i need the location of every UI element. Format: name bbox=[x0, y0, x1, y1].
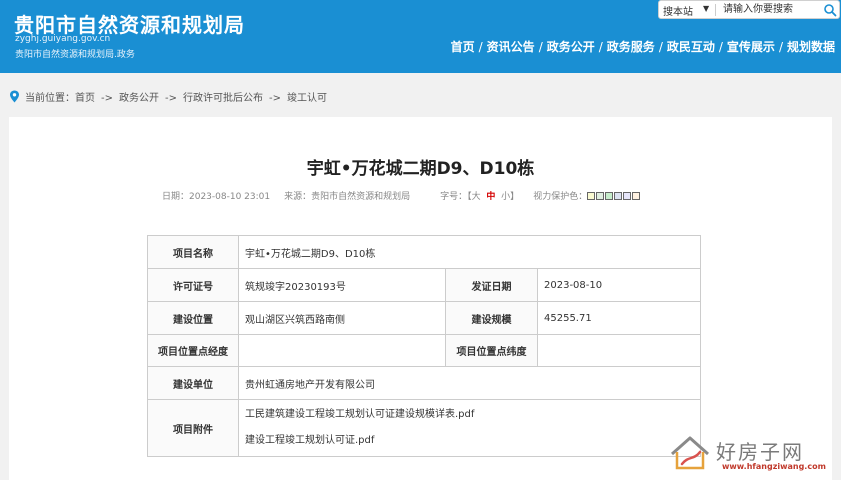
scale-value: 45255.71 bbox=[537, 301, 701, 335]
longitude-value bbox=[238, 334, 446, 367]
nav-separator: / bbox=[538, 40, 543, 54]
font-size-small-button[interactable]: 小 bbox=[501, 192, 510, 202]
article-card: 宇虹•万花城二期D9、D10栋 日期：2023-08-10 23:01 来源：贵阳… bbox=[9, 117, 832, 480]
nav-interaction[interactable]: 政民互动 bbox=[667, 40, 715, 54]
attachments-label: 项目附件 bbox=[147, 399, 239, 457]
breadcrumb-prefix: 当前位置： bbox=[25, 93, 75, 104]
font-size-medium-button[interactable]: 中 bbox=[486, 192, 495, 202]
nav-news[interactable]: 资讯公告 bbox=[487, 40, 535, 54]
permit-no-label: 许可证号 bbox=[147, 268, 239, 302]
search-input[interactable] bbox=[723, 2, 819, 17]
unit-value: 贵州虹通房地产开发有限公司 bbox=[238, 366, 701, 400]
breadcrumb-separator: -> bbox=[101, 93, 113, 104]
watermark-url: www.hfangziwang.com bbox=[722, 462, 826, 471]
nav-separator: / bbox=[658, 40, 663, 54]
latitude-label: 项目位置点纬度 bbox=[445, 334, 538, 367]
issue-date-label: 发证日期 bbox=[445, 268, 538, 302]
site-subtitle: 贵阳市自然资源和规划局.政务 bbox=[15, 50, 135, 60]
watermark: 好房子网 www.hfangziwang.com bbox=[664, 432, 826, 474]
location-label: 建设位置 bbox=[147, 301, 239, 335]
eye-protection-label: 视力保护色： bbox=[533, 192, 588, 202]
breadcrumb-permits[interactable]: 行政许可批后公布 bbox=[183, 93, 263, 104]
table-row: 项目附件 工民建筑建设工程竣工规划认可证建设规模详表.pdf 建设工程竣工规划认… bbox=[147, 399, 701, 457]
attachment-link[interactable]: 建设工程竣工规划认可证.pdf bbox=[245, 428, 694, 454]
eye-color-swatch[interactable] bbox=[605, 192, 614, 200]
article-date: 日期：2023-08-10 23:01 bbox=[162, 192, 271, 202]
nav-separator: / bbox=[778, 40, 783, 54]
table-row: 项目名称 宇虹•万花城二期D9、D10栋 bbox=[147, 235, 701, 269]
site-header: 贵阳市自然资源和规划局 zyghj.guiyang.gov.cn 贵阳市自然资源… bbox=[0, 0, 841, 73]
site-domain: zyghj.guiyang.gov.cn bbox=[15, 34, 111, 44]
table-row: 建设位置 观山湖区兴筑西路南侧 建设规模 45255.71 bbox=[147, 301, 701, 335]
project-name-value: 宇虹•万花城二期D9、D10栋 bbox=[238, 235, 701, 269]
breadcrumb-separator: -> bbox=[269, 93, 281, 104]
latitude-value bbox=[537, 334, 701, 367]
eye-color-swatch[interactable] bbox=[632, 192, 641, 200]
nav-separator: / bbox=[598, 40, 603, 54]
search-divider bbox=[715, 4, 716, 16]
table-row: 建设单位 贵州虹通房地产开发有限公司 bbox=[147, 366, 701, 400]
permit-no-value: 筑规竣字20230193号 bbox=[238, 268, 446, 302]
location-value: 观山湖区兴筑西路南侧 bbox=[238, 301, 446, 335]
nav-government-affairs[interactable]: 政务公开 bbox=[547, 40, 595, 54]
search-scope-select[interactable]: 搜本站 bbox=[663, 3, 693, 18]
eye-color-swatch[interactable] bbox=[596, 192, 605, 200]
eye-color-swatch[interactable] bbox=[623, 192, 632, 200]
breadcrumb-government-affairs[interactable]: 政务公开 bbox=[119, 93, 159, 104]
breadcrumb-completion[interactable]: 竣工认可 bbox=[287, 93, 327, 104]
eye-protection-swatches bbox=[587, 192, 641, 202]
eye-color-swatch[interactable] bbox=[587, 192, 596, 200]
nav-home[interactable]: 首页 bbox=[451, 40, 475, 54]
watermark-text: 好房子网 bbox=[716, 440, 804, 464]
permit-info-table: 项目名称 宇虹•万花城二期D9、D10栋 许可证号 筑规竣字20230193号 … bbox=[147, 235, 701, 457]
font-size-label: 字号： bbox=[440, 192, 468, 202]
eye-color-swatch[interactable] bbox=[614, 192, 623, 200]
location-pin-icon bbox=[10, 90, 19, 103]
unit-label: 建设单位 bbox=[147, 366, 239, 400]
table-row: 项目位置点经度 项目位置点纬度 bbox=[147, 334, 701, 367]
attachments-cell: 工民建筑建设工程竣工规划认可证建设规模详表.pdf 建设工程竣工规划认可证.pd… bbox=[238, 399, 701, 457]
attachment-link[interactable]: 工民建筑建设工程竣工规划认可证建设规模详表.pdf bbox=[245, 402, 694, 428]
nav-separator: / bbox=[478, 40, 483, 54]
article-title: 宇虹•万花城二期D9、D10栋 bbox=[306, 159, 535, 179]
chevron-down-icon[interactable]: ▼ bbox=[703, 4, 709, 13]
table-row: 许可证号 筑规竣字20230193号 发证日期 2023-08-10 bbox=[147, 268, 701, 302]
search-icon[interactable] bbox=[823, 3, 837, 17]
search-box: 搜本站 ▼ bbox=[658, 0, 840, 19]
longitude-label: 项目位置点经度 bbox=[147, 334, 239, 367]
breadcrumb-separator: -> bbox=[165, 93, 177, 104]
nav-planning-data[interactable]: 规划数据 bbox=[787, 40, 835, 54]
breadcrumb: 当前位置：首页 -> 政务公开 -> 行政许可批后公布 -> 竣工认可 bbox=[9, 89, 327, 104]
project-name-label: 项目名称 bbox=[147, 235, 239, 269]
article-source: 来源：贵阳市自然资源和规划局 bbox=[284, 192, 411, 202]
font-size-bracket: 】 bbox=[510, 192, 520, 202]
nav-services[interactable]: 政务服务 bbox=[607, 40, 655, 54]
issue-date-value: 2023-08-10 bbox=[537, 268, 701, 302]
nav-publicity[interactable]: 宣传展示 bbox=[727, 40, 775, 54]
scale-label: 建设规模 bbox=[445, 301, 538, 335]
article-meta: 日期：2023-08-10 23:01 来源：贵阳市自然资源和规划局 字号：【大 中… bbox=[162, 189, 641, 202]
font-size-large-button[interactable]: 大 bbox=[472, 192, 481, 202]
house-logo-icon bbox=[671, 436, 709, 470]
nav-separator: / bbox=[718, 40, 723, 54]
breadcrumb-home[interactable]: 首页 bbox=[75, 93, 95, 104]
main-nav: 首页 / 资讯公告 / 政务公开 / 政务服务 / 政民互动 / 宣传展示 / 规划数据 bbox=[451, 38, 835, 55]
